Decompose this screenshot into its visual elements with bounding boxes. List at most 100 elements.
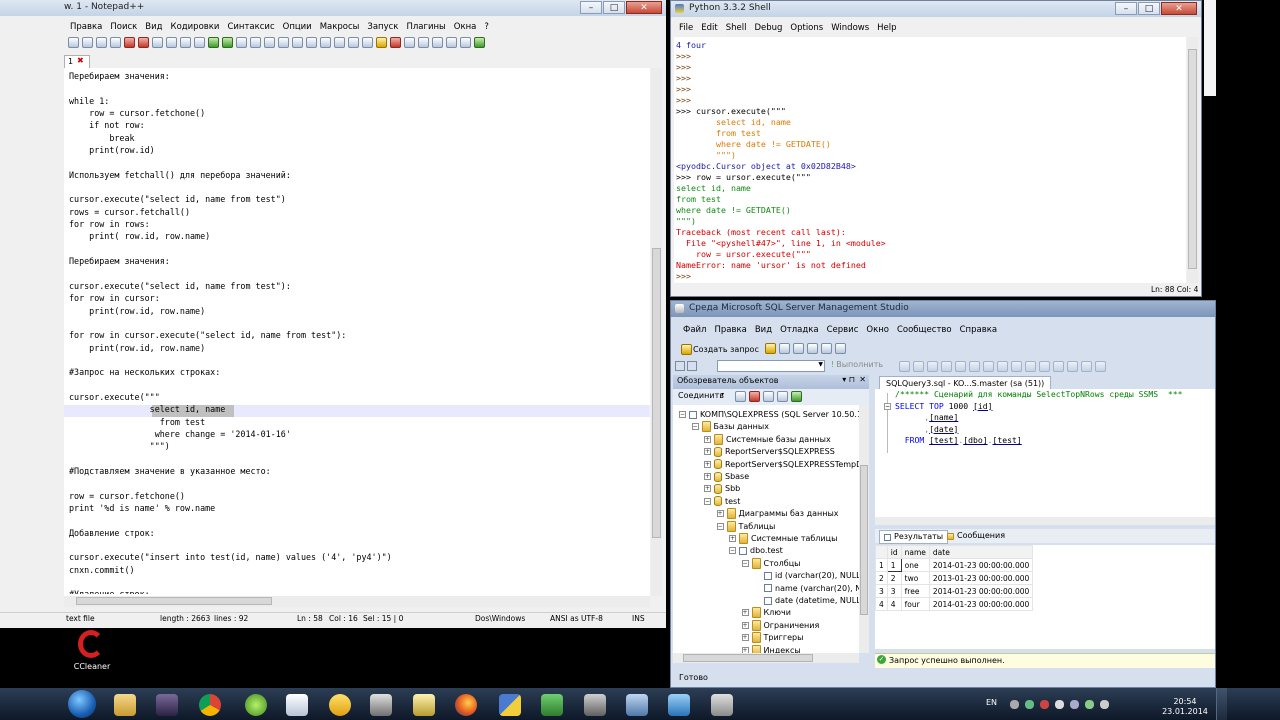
tree-item[interactable]: + Системные таблицы <box>729 533 837 545</box>
oe-vscroll-thumb[interactable] <box>860 465 868 615</box>
column-header[interactable]: id <box>886 545 902 559</box>
expand-toggle-icon[interactable]: + <box>741 634 749 642</box>
table-cell[interactable]: 2 <box>886 571 902 585</box>
doc-map-icon[interactable] <box>375 36 387 48</box>
expand-toggle-icon[interactable]: − <box>741 559 749 567</box>
table-cell[interactable]: 2014-01-23 00:00:00.000 <box>928 558 1034 572</box>
db-disconnect-icon[interactable] <box>687 361 697 371</box>
expand-toggle-icon[interactable]: + <box>729 535 736 542</box>
sync-vertical-icon[interactable] <box>291 36 303 48</box>
ssms-menu-item[interactable]: Справка <box>960 325 997 335</box>
indent-icon[interactable] <box>1066 361 1078 372</box>
word-wrap-icon[interactable] <box>319 36 331 48</box>
menu-item[interactable]: Правка <box>70 22 102 32</box>
tree-item[interactable]: + ReportServer$SQLEXPRESS <box>704 446 835 458</box>
results-grid-icon[interactable] <box>1010 361 1022 372</box>
expand-toggle-icon[interactable]: − <box>704 497 711 505</box>
fold-icon[interactable] <box>361 36 373 48</box>
ssms-menu-item[interactable]: Окно <box>866 325 889 335</box>
tree-item[interactable]: + Ключи <box>741 607 791 619</box>
tree-item[interactable]: − KOMП\SQLEXPRESS (SQL Server 10.50.160 <box>679 409 859 421</box>
record-macro-icon[interactable] <box>389 36 401 48</box>
maximize-button[interactable]: □ <box>603 1 625 14</box>
expand-toggle-icon[interactable]: − <box>729 547 736 555</box>
row-number-cell[interactable]: 2 <box>875 571 888 585</box>
tree-item[interactable]: − dbo.test <box>729 545 783 557</box>
tree-item[interactable]: + Индексы <box>741 644 801 653</box>
cut-icon[interactable] <box>165 36 177 48</box>
row-number-cell[interactable]: 4 <box>875 597 888 611</box>
shell-vscroll-thumb[interactable] <box>1188 49 1197 269</box>
shell-menu-item[interactable]: Help <box>877 23 896 33</box>
ssms-menu-item[interactable]: Сообщество <box>897 325 952 335</box>
results-file-icon[interactable] <box>1024 361 1036 372</box>
specify-values-icon[interactable] <box>1094 361 1106 372</box>
oe-refresh-icon[interactable] <box>790 391 802 402</box>
collapse-icon[interactable]: − <box>884 403 891 410</box>
results-text-icon[interactable] <box>996 361 1008 372</box>
shell-menu-item[interactable]: Shell <box>726 23 747 33</box>
new-query-button[interactable]: Создать запрос <box>679 342 759 356</box>
menu-item[interactable]: Вид <box>145 22 162 32</box>
language-indicator[interactable]: EN <box>986 698 997 707</box>
menu-item[interactable]: Опции <box>283 22 312 32</box>
column-header[interactable]: date <box>928 545 1034 559</box>
1c-icon[interactable] <box>329 694 351 716</box>
query-hscrollbar[interactable] <box>875 517 1215 525</box>
notepad-titlebar[interactable]: w. 1 - Notepad++ – □ ✕ <box>0 0 666 16</box>
ssms-menu-item[interactable]: Отладка <box>780 325 819 335</box>
table-cell[interactable]: two <box>900 571 930 585</box>
ssms-save-icon[interactable] <box>792 343 804 354</box>
connect-dropdown-icon[interactable]: ▾ <box>721 391 724 398</box>
tray-icon-3[interactable] <box>1040 700 1049 709</box>
ssms-save-all-icon[interactable] <box>806 343 818 354</box>
messages-tab[interactable]: Сообщения <box>943 530 1009 542</box>
oe-filter-icon[interactable] <box>776 391 788 402</box>
explorer-icon[interactable] <box>114 694 136 716</box>
total-commander-icon[interactable] <box>413 694 435 716</box>
spell-check-icon[interactable] <box>459 36 471 48</box>
python-taskbar-icon[interactable] <box>499 694 521 716</box>
tray-icon-2[interactable] <box>1025 700 1034 709</box>
firefox-icon[interactable] <box>455 694 477 716</box>
expand-toggle-icon[interactable]: + <box>741 609 749 617</box>
shell-menu-item[interactable]: Debug <box>754 23 782 33</box>
plugin-check-icon[interactable] <box>473 36 485 48</box>
menu-item[interactable]: Поиск <box>110 22 137 32</box>
editor-hscrollbar[interactable] <box>64 596 650 607</box>
redo-icon[interactable] <box>221 36 233 48</box>
shell-menu-item[interactable]: File <box>679 23 693 33</box>
shell-menu-item[interactable]: Edit <box>701 23 717 33</box>
ssms-taskbar-icon[interactable] <box>626 694 648 716</box>
oe-disconnect-icon[interactable] <box>748 391 760 402</box>
ssms-props-icon[interactable] <box>820 343 832 354</box>
column-header[interactable]: name <box>900 545 930 559</box>
results-tab[interactable]: Результаты <box>879 530 949 544</box>
connect-button[interactable]: Соединить <box>678 391 724 400</box>
sync-horizontal-icon[interactable] <box>305 36 317 48</box>
menu-item[interactable]: Плагины <box>406 22 445 32</box>
tree-item[interactable]: +date (datetime, NULL <box>754 595 859 607</box>
save-all-icon[interactable] <box>109 36 121 48</box>
table-cell[interactable]: 2013-01-23 00:00:00.000 <box>928 571 1034 585</box>
editor-vscrollbar[interactable] <box>651 68 662 596</box>
stop-macro-icon[interactable] <box>403 36 415 48</box>
menu-item[interactable]: Кодировки <box>171 22 220 32</box>
table-row[interactable]: 2 2 two 2013-01-23 00:00:00.000 <box>875 571 1034 585</box>
calculator-icon[interactable] <box>370 694 392 716</box>
ssms-titlebar[interactable]: Среда Microsoft SQL Server Management St… <box>671 301 1215 317</box>
debug-icon[interactable] <box>898 361 910 372</box>
oe-hscroll-thumb[interactable] <box>683 654 813 662</box>
table-row[interactable]: 3 3 free 2014-01-23 00:00:00.000 <box>875 584 1034 598</box>
expand-toggle-icon[interactable]: + <box>704 460 711 468</box>
oe-stop-icon[interactable] <box>762 391 774 402</box>
menu-item[interactable]: Макросы <box>320 22 360 32</box>
results-grid[interactable]: id name date 1 1 one 2014-01-23 00:00:00.000 2 2… <box>875 545 1034 611</box>
menu-item[interactable]: ? <box>484 22 489 32</box>
display-plan-icon[interactable] <box>940 361 952 372</box>
ssms-menu-item[interactable]: Файл <box>683 325 706 335</box>
expand-toggle-icon[interactable]: + <box>704 485 711 493</box>
include-plan-icon[interactable] <box>968 361 980 372</box>
tree-item[interactable]: − Таблицы <box>716 520 775 533</box>
code-text[interactable]: Перебираем значения: while 1: row = curso… <box>69 70 651 594</box>
